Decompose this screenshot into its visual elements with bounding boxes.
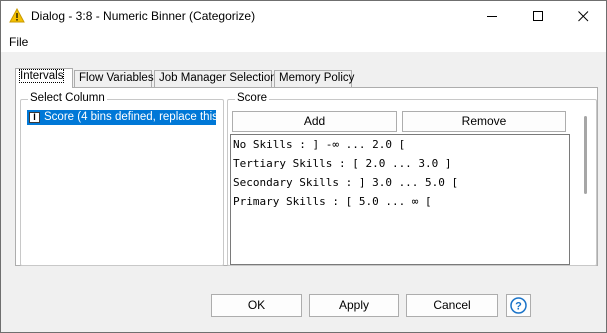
svg-text:?: ?: [515, 301, 522, 313]
tab-intervals[interactable]: Intervals: [15, 68, 73, 88]
minimize-button[interactable]: [469, 1, 515, 32]
score-scrollbar[interactable]: [578, 108, 592, 264]
warning-triangle-icon: [9, 7, 25, 24]
apply-button[interactable]: Apply: [309, 294, 399, 317]
column-list-item-label: Score (4 bins defined, replace this): [44, 111, 222, 123]
title-bar[interactable]: Dialog - 3:8 - Numeric Binner (Categoriz…: [1, 1, 606, 32]
maximize-icon: [533, 11, 543, 21]
tab-job-manager-selection-label: Job Manager Selection: [159, 72, 277, 84]
cancel-button[interactable]: Cancel: [406, 294, 498, 317]
tab-memory-policy[interactable]: Memory Policy: [274, 70, 355, 87]
column-list-item-score[interactable]: I Score (4 bins defined, replace this): [27, 110, 222, 125]
tab-intervals-label: Intervals: [18, 69, 65, 83]
select-column-group: Select Column I Score (4 bins defined, r…: [20, 92, 224, 266]
bin-row-primary-skills[interactable]: Primary Skills : [ 5.0 ... ∞ [: [233, 192, 432, 211]
intervals-panel: Select Column I Score (4 bins defined, r…: [15, 87, 598, 266]
menu-bar: File: [1, 32, 606, 52]
bin-row-secondary-skills[interactable]: Secondary Skills : ] 3.0 ... 5.0 [: [233, 173, 458, 192]
score-group-label: Score: [235, 92, 270, 104]
select-column-label: Select Column: [28, 92, 107, 104]
close-icon: [578, 11, 589, 22]
tab-job-manager-selection[interactable]: Job Manager Selection: [154, 70, 277, 87]
close-button[interactable]: [560, 1, 606, 32]
column-list[interactable]: I Score (4 bins defined, replace this): [23, 107, 222, 265]
dialog-window: Dialog - 3:8 - Numeric Binner (Categoriz…: [0, 0, 607, 333]
window-title: Dialog - 3:8 - Numeric Binner (Categoriz…: [31, 9, 256, 23]
add-button[interactable]: Add: [232, 111, 397, 132]
minimize-icon: [487, 16, 497, 17]
tab-memory-policy-label: Memory Policy: [279, 72, 355, 84]
bin-row-no-skills[interactable]: No Skills : ] -∞ ... 2.0 [: [233, 135, 405, 154]
maximize-button[interactable]: [515, 1, 561, 32]
menu-file[interactable]: File: [9, 35, 28, 49]
help-button[interactable]: ?: [506, 294, 531, 317]
tab-flow-variables[interactable]: Flow Variables: [74, 70, 154, 87]
bin-row-tertiary-skills[interactable]: Tertiary Skills : [ 2.0 ... 3.0 ]: [233, 154, 452, 173]
scrollbar-thumb[interactable]: [584, 116, 587, 194]
remove-button[interactable]: Remove: [402, 111, 566, 132]
ok-button[interactable]: OK: [211, 294, 302, 317]
help-icon: ?: [510, 297, 527, 314]
score-group: Score Add Remove No Skills : ] -∞ ... 2.…: [227, 92, 597, 266]
integer-type-icon: I: [29, 112, 40, 123]
tab-flow-variables-label: Flow Variables: [79, 72, 154, 84]
bins-list[interactable]: No Skills : ] -∞ ... 2.0 [ Tertiary Skil…: [230, 134, 570, 265]
